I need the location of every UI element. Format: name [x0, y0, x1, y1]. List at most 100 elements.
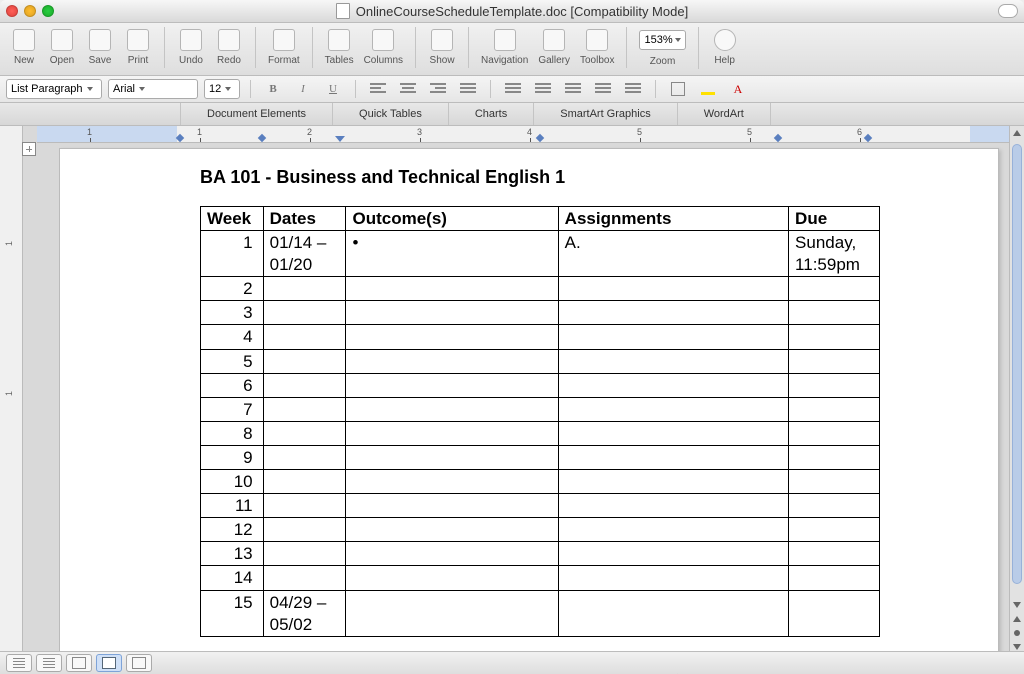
- cell-assignment[interactable]: [558, 277, 788, 301]
- tab-wordart[interactable]: WordArt: [677, 103, 771, 125]
- table-row[interactable]: 5: [201, 349, 880, 373]
- cell-week[interactable]: 12: [201, 518, 264, 542]
- document-heading[interactable]: BA 101 - Business and Technical English …: [200, 167, 898, 188]
- help-button[interactable]: Help: [707, 27, 743, 68]
- cell-assignment[interactable]: [558, 325, 788, 349]
- cell-week[interactable]: 14: [201, 566, 264, 590]
- numbered-list-button[interactable]: [531, 79, 555, 99]
- col-dates[interactable]: Dates: [263, 207, 346, 231]
- font-size-picker[interactable]: 12: [204, 79, 240, 99]
- cell-week[interactable]: 15: [201, 590, 264, 636]
- col-assignments[interactable]: Assignments: [558, 207, 788, 231]
- table-row[interactable]: 9: [201, 445, 880, 469]
- redo-button[interactable]: Redo: [211, 27, 247, 68]
- cell-due[interactable]: [789, 301, 880, 325]
- cell-assignment[interactable]: [558, 518, 788, 542]
- scroll-thumb[interactable]: [1012, 144, 1022, 584]
- zoom-control[interactable]: 153% Zoom: [635, 27, 689, 69]
- cell-outcome[interactable]: [346, 590, 558, 636]
- notebook-layout-view-button[interactable]: [126, 654, 152, 672]
- cell-week[interactable]: 3: [201, 301, 264, 325]
- cell-assignment[interactable]: [558, 301, 788, 325]
- tab-quick-tables[interactable]: Quick Tables: [332, 103, 448, 125]
- new-button[interactable]: New: [6, 27, 42, 68]
- tab-document-elements[interactable]: Document Elements: [180, 103, 332, 125]
- cell-week[interactable]: 2: [201, 277, 264, 301]
- cell-dates[interactable]: [263, 542, 346, 566]
- cell-dates[interactable]: [263, 470, 346, 494]
- cell-dates[interactable]: [263, 325, 346, 349]
- outline-view-button[interactable]: [36, 654, 62, 672]
- tab-stop-icon[interactable]: [258, 134, 266, 142]
- toolbox-button[interactable]: Toolbox: [576, 27, 618, 68]
- table-row[interactable]: 14: [201, 566, 880, 590]
- cell-due[interactable]: [789, 566, 880, 590]
- tab-stop-icon[interactable]: [774, 134, 782, 142]
- cell-outcome[interactable]: [346, 518, 558, 542]
- cell-due[interactable]: [789, 542, 880, 566]
- cell-outcome[interactable]: [346, 325, 558, 349]
- gallery-button[interactable]: Gallery: [534, 27, 574, 68]
- bold-button[interactable]: B: [261, 79, 285, 99]
- scroll-down-icon[interactable]: [1010, 598, 1024, 612]
- table-row[interactable]: 8: [201, 421, 880, 445]
- table-row[interactable]: 4: [201, 325, 880, 349]
- col-outcomes[interactable]: Outcome(s): [346, 207, 558, 231]
- toolbar-toggle-button[interactable]: [998, 4, 1018, 18]
- cell-due[interactable]: [789, 325, 880, 349]
- cell-outcome[interactable]: [346, 373, 558, 397]
- cell-outcome[interactable]: [346, 542, 558, 566]
- align-right-button[interactable]: [426, 79, 450, 99]
- table-row[interactable]: 13: [201, 542, 880, 566]
- cell-dates[interactable]: [263, 518, 346, 542]
- table-row[interactable]: 101/14 – 01/20•A.Sunday, 11:59pm: [201, 231, 880, 277]
- cell-dates[interactable]: [263, 445, 346, 469]
- cell-outcome[interactable]: [346, 445, 558, 469]
- cell-assignment[interactable]: [558, 397, 788, 421]
- cell-week[interactable]: 13: [201, 542, 264, 566]
- columns-button[interactable]: Columns: [360, 27, 407, 68]
- cell-assignment[interactable]: A.: [558, 231, 788, 277]
- show-button[interactable]: Show: [424, 27, 460, 68]
- vertical-ruler[interactable]: 1 1: [0, 126, 23, 670]
- font-picker[interactable]: Arial: [108, 79, 198, 99]
- cell-week[interactable]: 5: [201, 349, 264, 373]
- cell-assignment[interactable]: [558, 373, 788, 397]
- cell-due[interactable]: [789, 397, 880, 421]
- publishing-layout-view-button[interactable]: [66, 654, 92, 672]
- cell-due[interactable]: [789, 421, 880, 445]
- table-row[interactable]: 1504/29 – 05/02: [201, 590, 880, 636]
- cell-week[interactable]: 11: [201, 494, 264, 518]
- cell-week[interactable]: 8: [201, 421, 264, 445]
- align-left-button[interactable]: [366, 79, 390, 99]
- draft-view-button[interactable]: [6, 654, 32, 672]
- cell-due[interactable]: [789, 494, 880, 518]
- print-button[interactable]: Print: [120, 27, 156, 68]
- browse-object-icon[interactable]: [1010, 626, 1024, 640]
- bulleted-list-button[interactable]: [561, 79, 585, 99]
- table-row[interactable]: 2: [201, 277, 880, 301]
- cell-dates[interactable]: [263, 421, 346, 445]
- tab-stop-icon[interactable]: [864, 134, 872, 142]
- table-row[interactable]: 3: [201, 301, 880, 325]
- style-picker[interactable]: List Paragraph: [6, 79, 102, 99]
- prev-page-icon[interactable]: [1010, 612, 1024, 626]
- cell-assignment[interactable]: [558, 542, 788, 566]
- table-row[interactable]: 10: [201, 470, 880, 494]
- cell-week[interactable]: 7: [201, 397, 264, 421]
- underline-button[interactable]: U: [321, 79, 345, 99]
- cell-due[interactable]: [789, 349, 880, 373]
- cell-outcome[interactable]: [346, 301, 558, 325]
- decrease-indent-button[interactable]: [591, 79, 615, 99]
- align-center-button[interactable]: [396, 79, 420, 99]
- font-color-button[interactable]: A: [726, 79, 750, 99]
- col-week[interactable]: Week: [201, 207, 264, 231]
- cell-dates[interactable]: [263, 494, 346, 518]
- format-painter-button[interactable]: Format: [264, 27, 304, 68]
- cell-dates[interactable]: [263, 373, 346, 397]
- cell-week[interactable]: 1: [201, 231, 264, 277]
- cell-assignment[interactable]: [558, 445, 788, 469]
- save-button[interactable]: Save: [82, 27, 118, 68]
- tab-stop-icon[interactable]: [536, 134, 544, 142]
- cell-outcome[interactable]: [346, 421, 558, 445]
